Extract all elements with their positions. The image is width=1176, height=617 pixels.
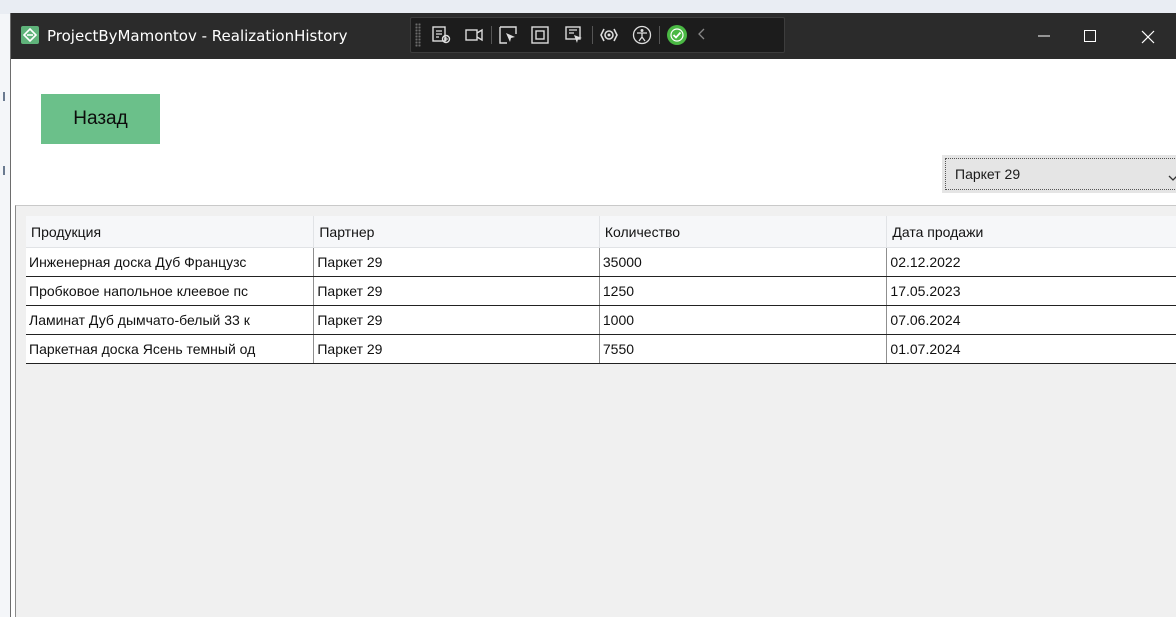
minimize-button[interactable]: [1021, 13, 1067, 59]
cell-product[interactable]: Инженерная доска Дуб Французс: [26, 247, 315, 277]
edge-marker: [3, 166, 5, 175]
partner-filter-select[interactable]: Паркет 29: [942, 155, 1176, 193]
column-header-quantity[interactable]: Количество: [599, 216, 888, 248]
app-icon: [21, 26, 39, 44]
toolbar-separator: [659, 26, 660, 44]
table-row[interactable]: Инженерная доска Дуб Французс Паркет 29 …: [26, 247, 1176, 277]
table-row[interactable]: Пробковое напольное клеевое пс Паркет 29…: [26, 276, 1176, 306]
display-layout-adorners-icon[interactable]: [530, 25, 550, 45]
hot-reload-icon[interactable]: [599, 25, 619, 45]
realization-history-grid[interactable]: Продукция Партнер Количество Дата продаж…: [15, 205, 1176, 617]
partner-filter-value: Паркет 29: [955, 166, 1021, 182]
toolbar-separator: [592, 26, 593, 44]
maximize-button[interactable]: [1067, 13, 1113, 59]
close-icon: [1141, 30, 1155, 44]
cell-date[interactable]: 02.12.2022: [886, 247, 1176, 277]
track-focus-icon[interactable]: [564, 25, 584, 45]
cell-quantity[interactable]: 1000: [599, 305, 888, 335]
column-header-partner[interactable]: Партнер: [313, 216, 600, 248]
cell-partner[interactable]: Паркет 29: [313, 276, 600, 306]
table-header-row: Продукция Партнер Количество Дата продаж…: [26, 216, 1176, 248]
background-ide-strip: [0, 0, 1176, 14]
binding-check-icon[interactable]: [667, 25, 687, 45]
window-content: Назад Паркет 29 Продукция Партнер Количе…: [11, 59, 1176, 617]
cell-product[interactable]: Пробковое напольное клеевое пс: [26, 276, 315, 306]
camera-icon[interactable]: [464, 25, 484, 45]
xaml-debug-toolbar: [410, 17, 785, 53]
minimize-icon: [1038, 35, 1050, 37]
cell-date[interactable]: 01.07.2024: [886, 334, 1176, 364]
cell-product[interactable]: Паркетная доска Ясень темный од: [26, 334, 315, 364]
accessibility-icon[interactable]: [632, 25, 652, 45]
column-header-date[interactable]: Дата продажи: [886, 216, 1176, 248]
sales-table: Продукция Партнер Количество Дата продаж…: [26, 216, 1176, 364]
cell-date[interactable]: 07.06.2024: [886, 305, 1176, 335]
cell-quantity[interactable]: 35000: [599, 247, 888, 277]
cell-partner[interactable]: Паркет 29: [313, 334, 600, 364]
edge-marker: [3, 92, 5, 101]
cell-quantity[interactable]: 1250: [599, 276, 888, 306]
collapse-chevron-icon[interactable]: [697, 27, 707, 44]
cell-product[interactable]: Ламинат Дуб дымчато-белый 33 к: [26, 305, 315, 335]
back-button[interactable]: Назад: [41, 94, 160, 144]
toolbar-grip-icon[interactable]: [415, 23, 421, 47]
table-row[interactable]: Ламинат Дуб дымчато-белый 33 к Паркет 29…: [26, 305, 1176, 335]
cell-partner[interactable]: Паркет 29: [313, 247, 600, 277]
live-visual-tree-icon[interactable]: [431, 25, 451, 45]
select-element-icon[interactable]: [498, 25, 518, 45]
window-title: ProjectByMamontov - RealizationHistory: [47, 27, 348, 45]
title-bar[interactable]: ProjectByMamontov - RealizationHistory: [11, 13, 1176, 59]
background-ide-edge: [0, 14, 10, 617]
maximize-icon: [1084, 30, 1096, 42]
column-header-product[interactable]: Продукция: [26, 216, 315, 248]
close-button[interactable]: [1124, 13, 1170, 59]
toolbar-separator: [491, 26, 492, 44]
chevron-down-icon: [1168, 169, 1176, 187]
cell-partner[interactable]: Паркет 29: [313, 305, 600, 335]
cell-quantity[interactable]: 7550: [599, 334, 888, 364]
cell-date[interactable]: 17.05.2023: [886, 276, 1176, 306]
app-window: ProjectByMamontov - RealizationHistory Н…: [10, 13, 1176, 617]
table-row[interactable]: Паркетная доска Ясень темный од Паркет 2…: [26, 334, 1176, 364]
